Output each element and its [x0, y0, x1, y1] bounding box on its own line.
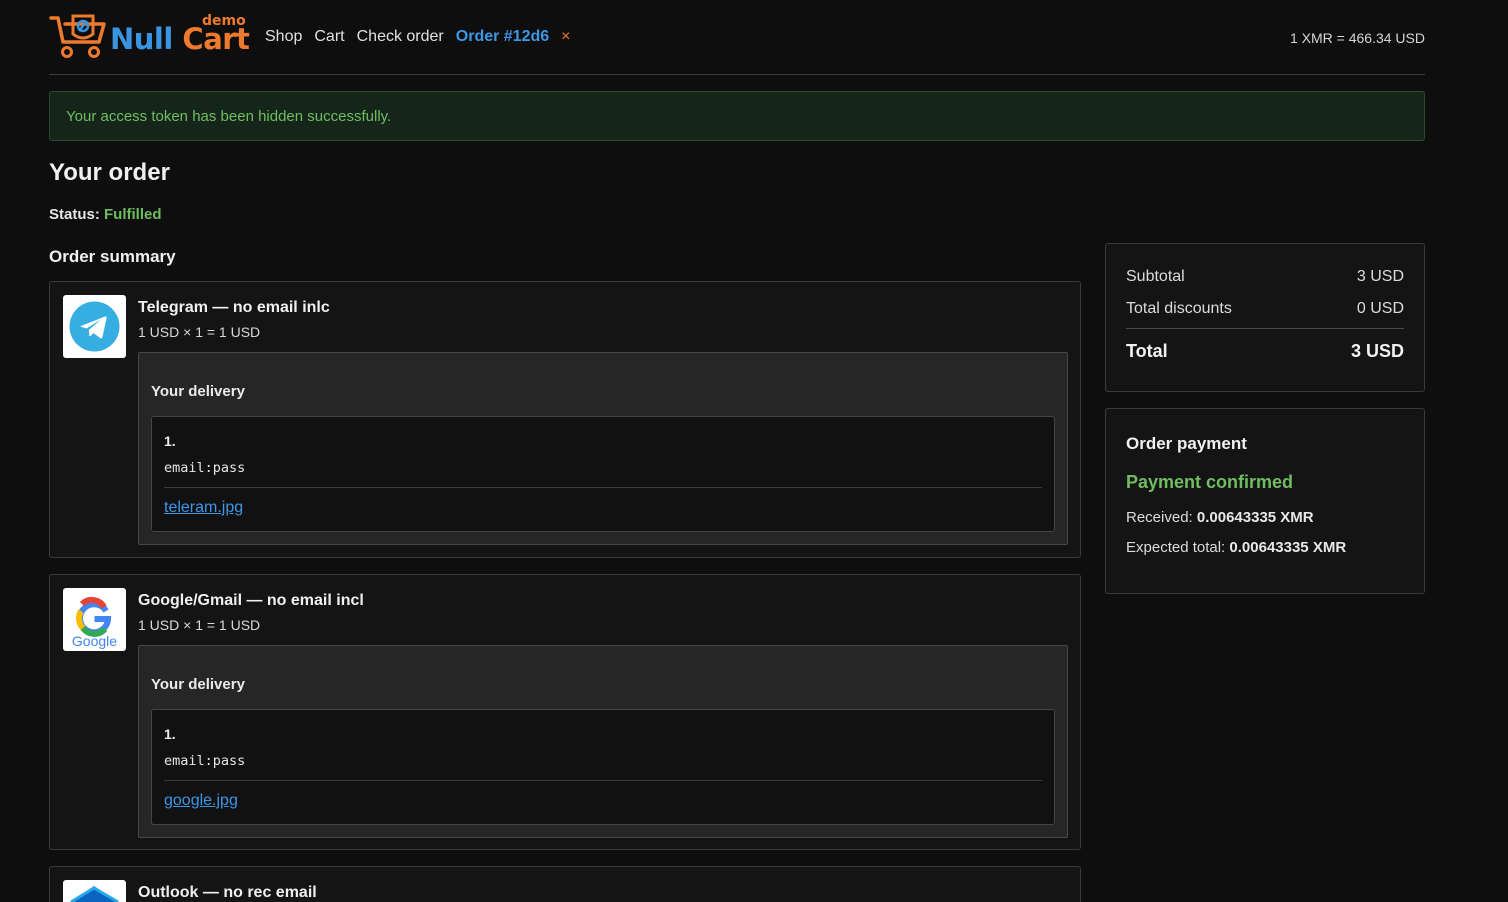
subtotal-value: 3 USD	[1356, 268, 1404, 285]
discounts-value: 0 USD	[1356, 300, 1404, 317]
item-name: Outlook — no rec email	[138, 884, 317, 901]
payment-expected: Expected total: 0.00643335 XMR	[1126, 539, 1346, 556]
discounts-row: Total discounts 0 USD	[1126, 300, 1404, 318]
total-label: Total	[1126, 341, 1168, 361]
received-label: Received:	[1126, 509, 1193, 526]
entry-number: 1.	[164, 433, 176, 449]
payment-received: Received: 0.00643335 XMR	[1126, 509, 1314, 526]
delivery-entry: 1. email:pass google.jpg	[151, 709, 1055, 825]
expected-label: Expected total:	[1126, 539, 1226, 556]
order-item: Google Google/Gmail — no email incl 1 US…	[49, 574, 1081, 850]
order-totals-panel: Subtotal 3 USD Total discounts 0 USD Tot…	[1105, 243, 1425, 392]
item-name: Google/Gmail — no email incl	[138, 592, 364, 609]
nav-check-order[interactable]: Check order	[357, 28, 444, 46]
order-payment-panel: Order payment Payment confirmed Received…	[1105, 408, 1425, 594]
payment-status: Payment confirmed	[1126, 472, 1294, 492]
logo-word-null: Null	[110, 22, 173, 56]
item-price: 1 USD × 1 = 1 USD	[138, 324, 261, 340]
entry-divider	[164, 487, 1042, 488]
order-summary-title: Order summary	[49, 247, 176, 266]
item-name: Telegram — no email inlc	[138, 299, 330, 316]
subtotal-label: Subtotal	[1126, 268, 1185, 285]
delivery-title: Your delivery	[151, 676, 245, 693]
order-item: Telegram — no email inlc 1 USD × 1 = 1 U…	[49, 281, 1081, 558]
exchange-rate: 1 XMR = 466.34 USD	[1289, 30, 1425, 46]
success-alert: Your access token has been hidden succes…	[49, 91, 1425, 141]
order-status: Status: Fulfilled	[49, 206, 162, 223]
item-price: 1 USD × 1 = 1 USD	[138, 617, 261, 633]
entry-file-link[interactable]: teleram.jpg	[164, 499, 243, 517]
entry-number: 1.	[164, 726, 176, 742]
entry-credentials[interactable]: email:pass	[164, 460, 245, 476]
totals-divider	[1126, 328, 1404, 329]
page-title: Your order	[49, 159, 170, 186]
svg-text:Google: Google	[72, 633, 117, 649]
total-row: Total 3 USD	[1126, 341, 1404, 362]
google-icon: Google	[63, 588, 126, 651]
delivery-panel: Your delivery 1. email:pass teleram.jpg	[138, 352, 1068, 545]
nav-current-order[interactable]: Order #12d6	[456, 28, 549, 46]
main-nav: Shop Cart Check order Order #12d6 ×	[265, 28, 571, 46]
null-cart-logo[interactable]: Null Cart demo	[49, 12, 250, 62]
expected-value: 0.00643335 XMR	[1229, 539, 1347, 556]
order-item: Outlook — no rec email	[49, 866, 1081, 902]
telegram-icon	[63, 295, 126, 358]
entry-file-link[interactable]: google.jpg	[164, 792, 238, 810]
delivery-title: Your delivery	[151, 383, 245, 400]
discounts-label: Total discounts	[1126, 300, 1232, 317]
payment-title: Order payment	[1126, 434, 1247, 453]
received-value: 0.00643335 XMR	[1196, 509, 1314, 526]
close-order-icon[interactable]: ×	[561, 28, 570, 46]
delivery-panel: Your delivery 1. email:pass google.jpg	[138, 645, 1068, 838]
subtotal-row: Subtotal 3 USD	[1126, 268, 1404, 286]
entry-credentials[interactable]: email:pass	[164, 753, 245, 769]
entry-divider	[164, 780, 1042, 781]
nav-shop[interactable]: Shop	[265, 28, 302, 46]
top-header: Null Cart demo Shop Cart Check order Ord…	[49, 0, 1425, 75]
status-value: Fulfilled	[104, 206, 162, 223]
delivery-entry: 1. email:pass teleram.jpg	[151, 416, 1055, 532]
nav-cart[interactable]: Cart	[314, 28, 344, 46]
cart-logo-icon	[49, 14, 106, 58]
outlook-icon	[63, 880, 126, 902]
total-value: 3 USD	[1350, 341, 1404, 361]
status-label: Status:	[49, 206, 100, 223]
logo-demo-badge: demo	[202, 13, 246, 29]
